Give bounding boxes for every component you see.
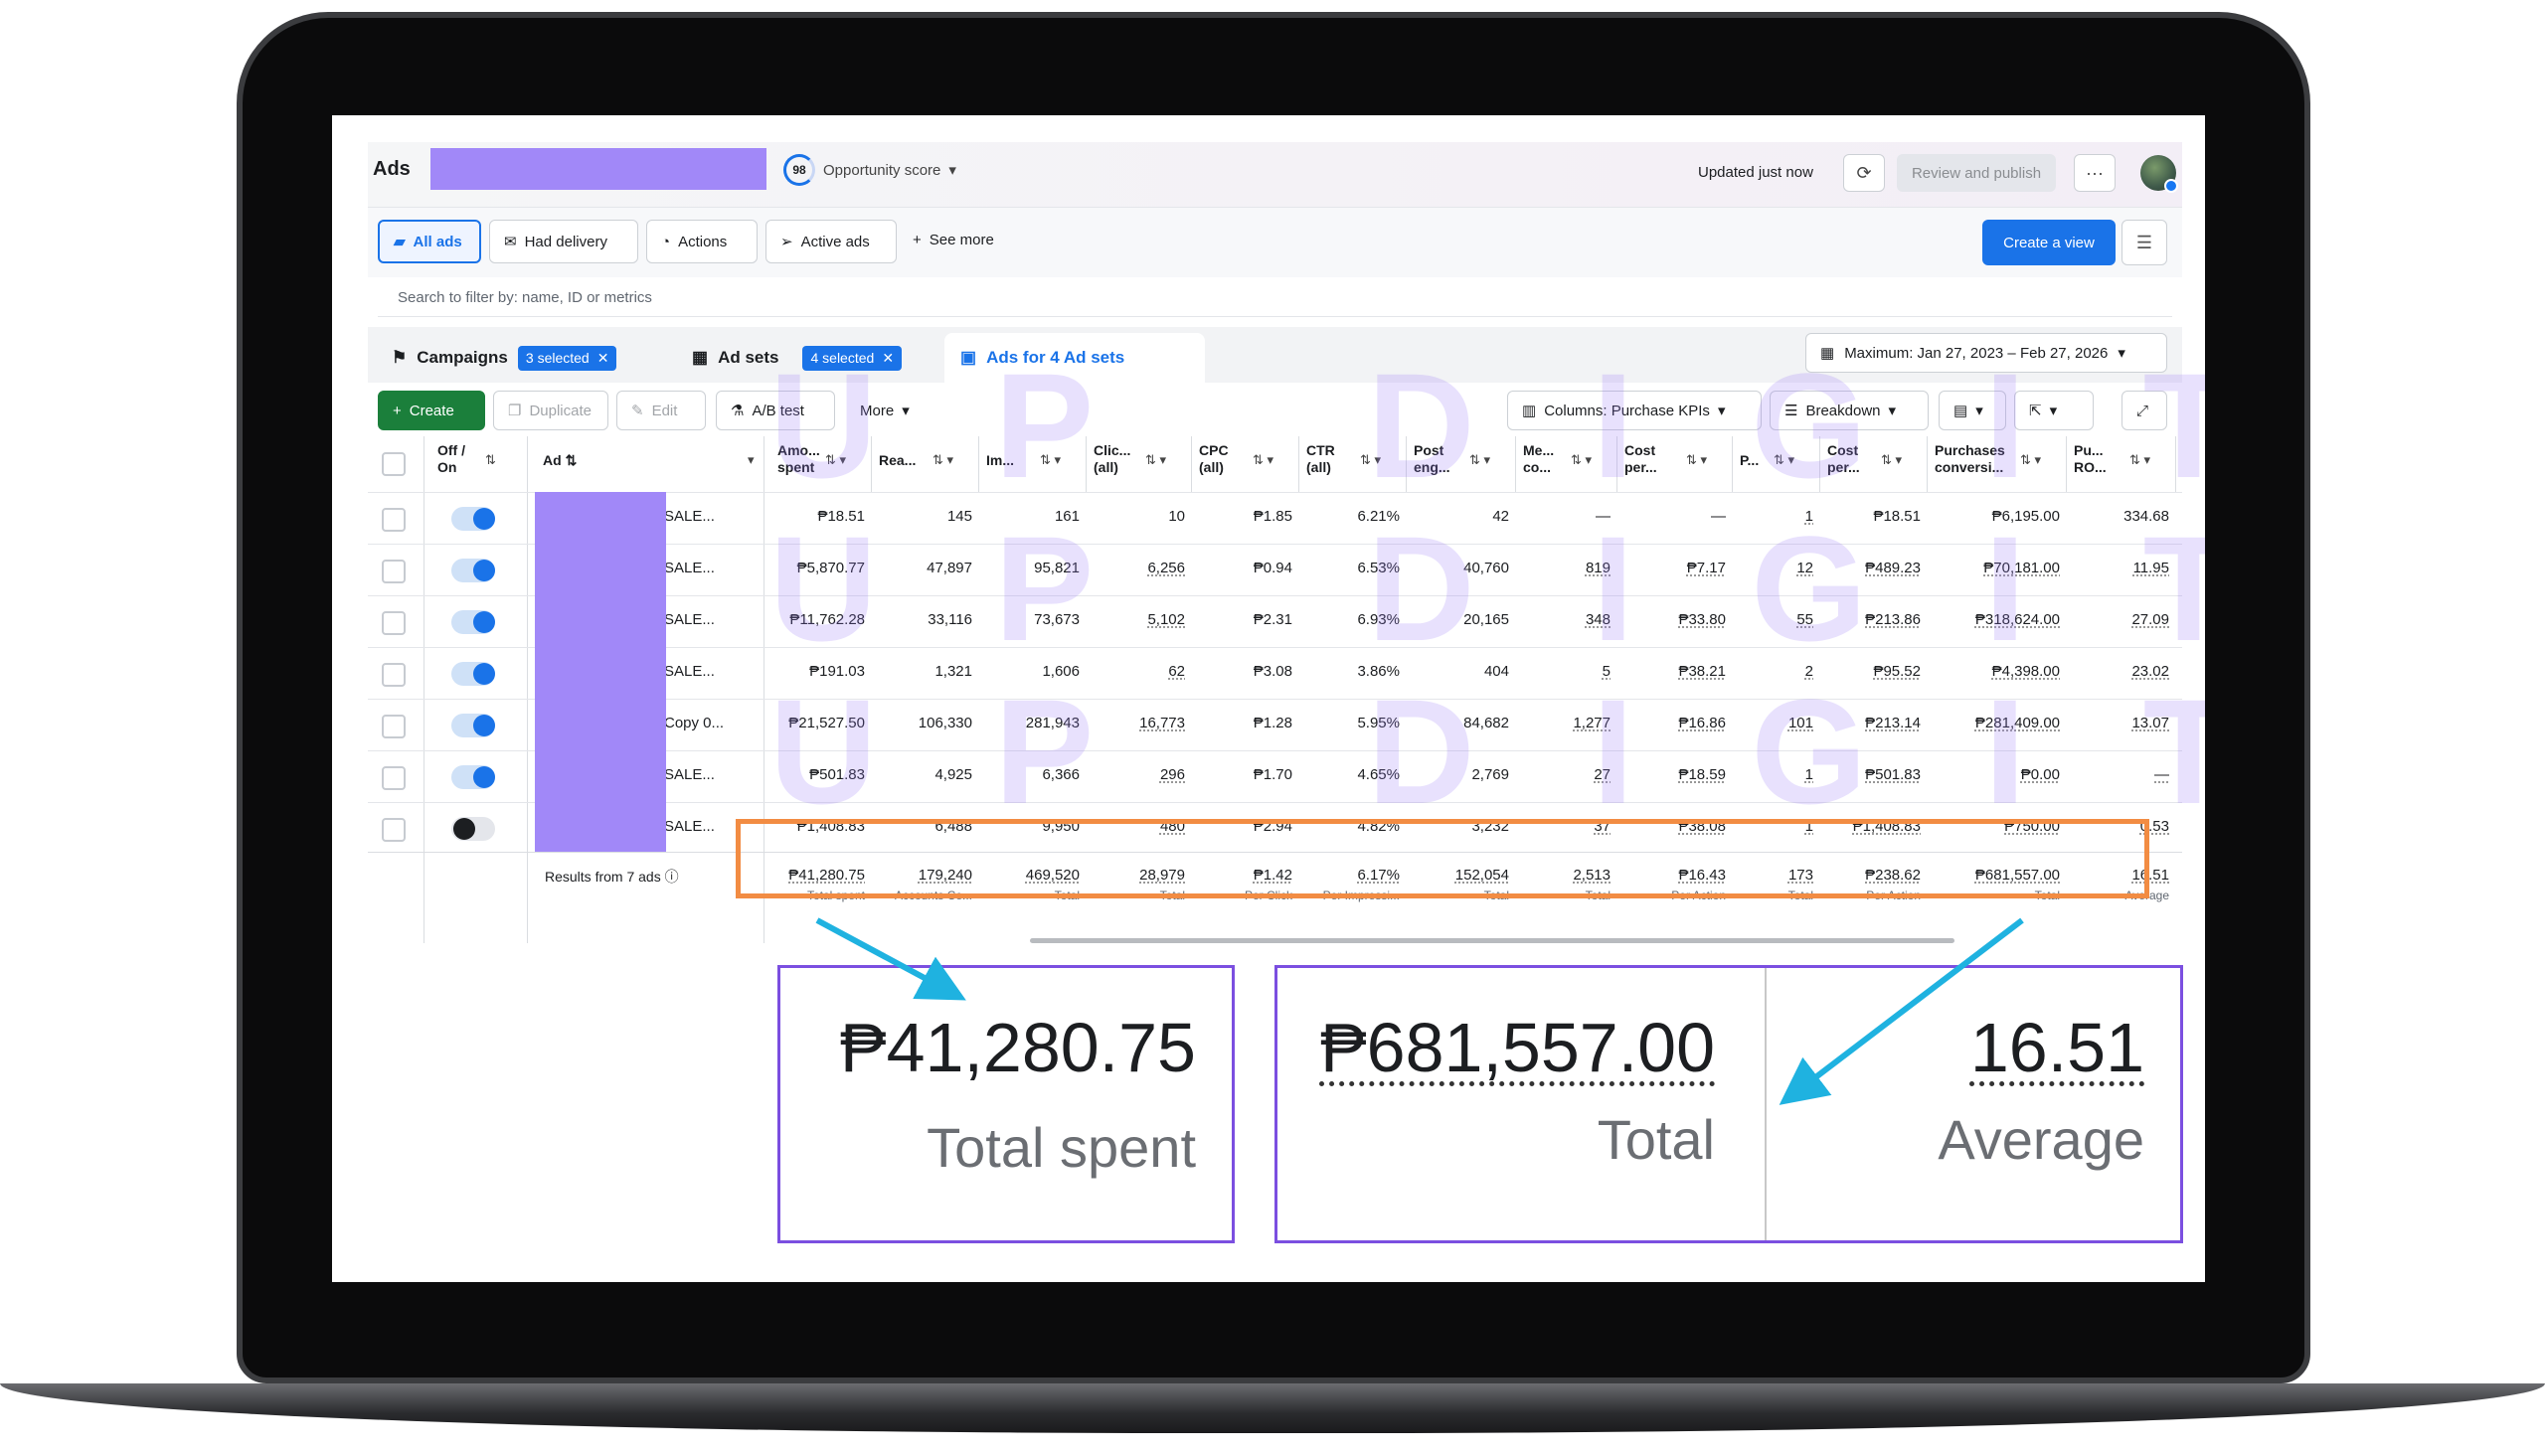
arrows [815, 917, 2024, 1105]
laptop-screen: Ads 98 Opportunity score ▾ Updated just … [332, 115, 2205, 1282]
arrow-to-total [1779, 917, 2024, 1105]
laptop-base [0, 1383, 2545, 1433]
arrow-to-spent [815, 917, 966, 1001]
